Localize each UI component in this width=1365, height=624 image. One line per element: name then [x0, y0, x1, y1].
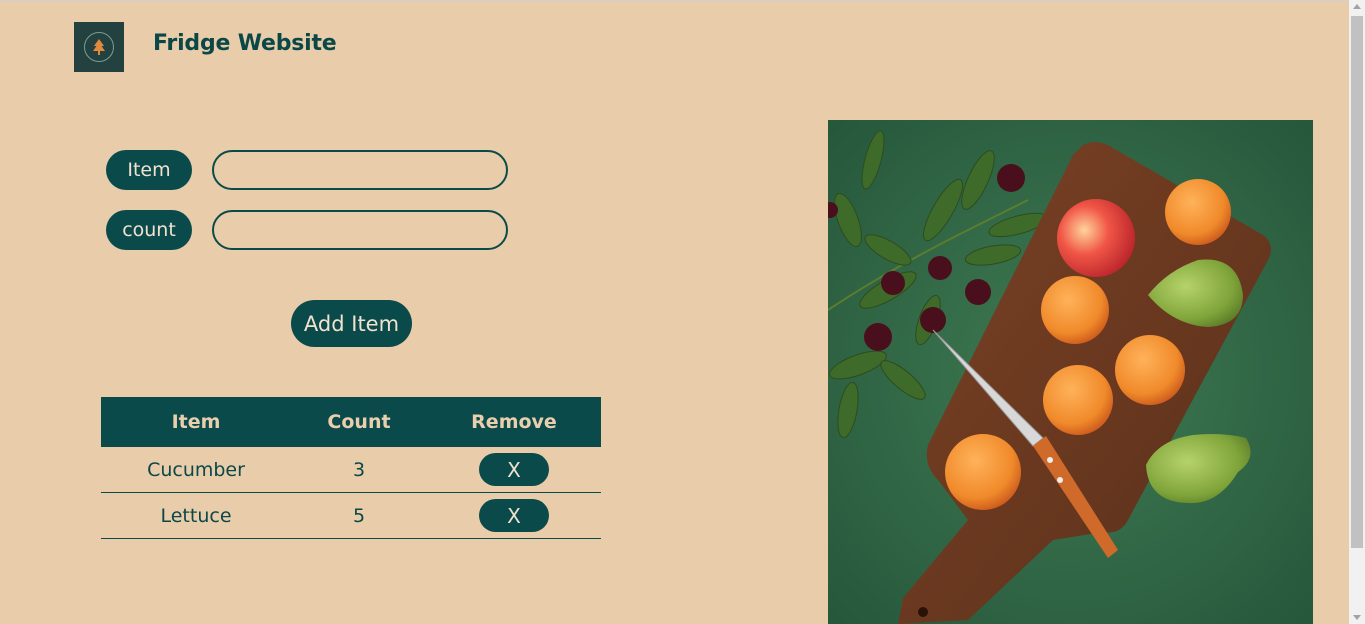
add-item-button[interactable]: Add Item	[291, 300, 412, 347]
remove-button[interactable]: X	[479, 499, 549, 532]
top-border	[0, 0, 1349, 1]
item-input[interactable]	[212, 150, 508, 190]
table-header: Item Count Remove	[101, 397, 601, 447]
row-count: 5	[352, 504, 366, 527]
scroll-thumb[interactable]	[1351, 16, 1363, 548]
header-count: Count	[327, 411, 391, 433]
header-item: Item	[171, 411, 221, 433]
scroll-up-arrow-icon[interactable]	[1353, 4, 1361, 9]
site-logo[interactable]	[74, 22, 124, 72]
table-row: Lettuce 5 X	[101, 493, 601, 539]
site-title: Fridge Website	[153, 31, 337, 56]
remove-button[interactable]: X	[479, 453, 549, 486]
item-label: Item	[106, 150, 192, 190]
header-remove: Remove	[471, 411, 557, 433]
row-item: Cucumber	[147, 458, 245, 481]
row-item: Lettuce	[160, 504, 232, 527]
row-count: 3	[352, 458, 366, 481]
fruit-photo	[828, 120, 1313, 624]
vertical-scrollbar[interactable]	[1349, 0, 1365, 624]
count-label: count	[106, 210, 192, 250]
tree-icon	[84, 32, 114, 62]
fridge-table: Item Count Remove Cucumber 3 X Lettuce 5…	[101, 397, 601, 539]
scroll-down-arrow-icon[interactable]	[1353, 615, 1361, 620]
table-row: Cucumber 3 X	[101, 447, 601, 493]
count-input[interactable]	[212, 210, 508, 250]
